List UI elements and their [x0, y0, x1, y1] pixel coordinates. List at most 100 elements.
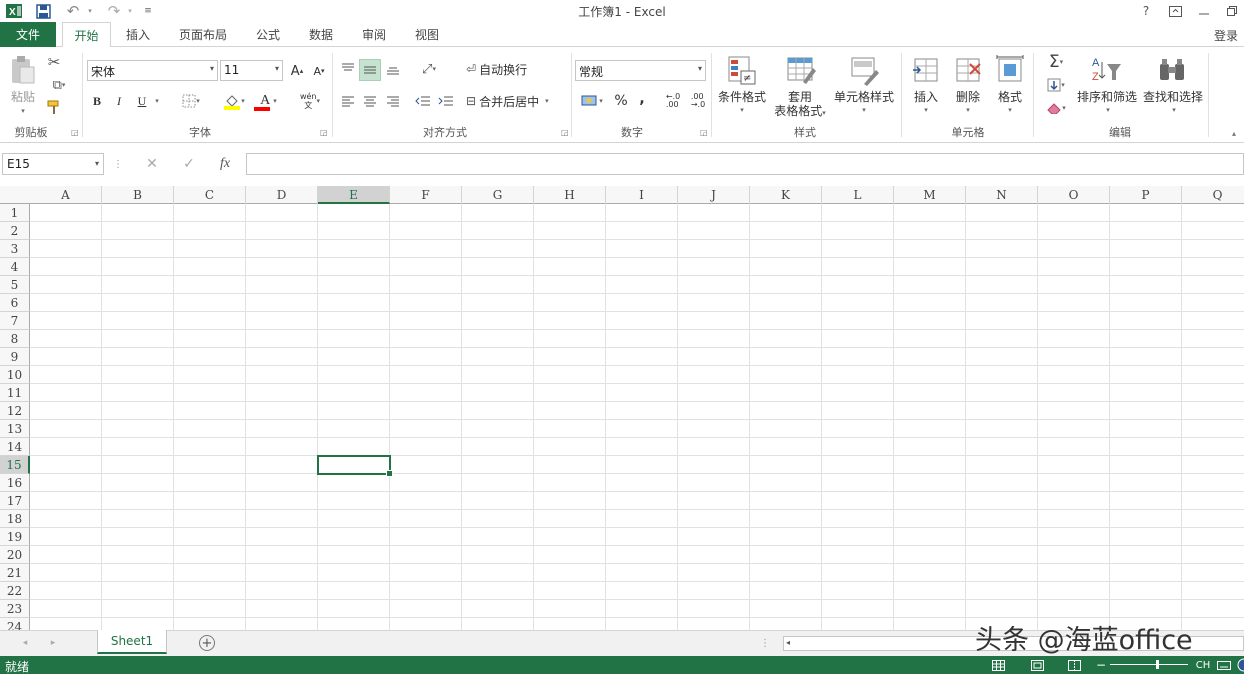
- formula-input[interactable]: [246, 153, 1244, 175]
- paste-icon[interactable]: [6, 53, 40, 87]
- comma-style-button[interactable]: ,: [635, 89, 649, 109]
- bold-button[interactable]: B: [89, 91, 105, 111]
- conditional-formatting-icon[interactable]: ≠: [724, 52, 760, 88]
- column-header-d[interactable]: D: [246, 186, 318, 204]
- row-header-23[interactable]: 23: [0, 600, 30, 618]
- restore-icon[interactable]: [1220, 1, 1244, 21]
- column-header-p[interactable]: P: [1110, 186, 1182, 204]
- tab-home[interactable]: 开始: [62, 22, 111, 48]
- percent-button[interactable]: %: [612, 91, 630, 111]
- format-painter-icon[interactable]: [44, 98, 64, 116]
- column-header-h[interactable]: H: [534, 186, 606, 204]
- increase-decimal-icon[interactable]: ←.0.00: [662, 91, 684, 111]
- decrease-indent-icon[interactable]: [413, 91, 433, 111]
- font-color-button[interactable]: A ▾: [252, 91, 282, 111]
- row-header-9[interactable]: 9: [0, 348, 30, 366]
- tab-file[interactable]: 文件: [0, 22, 56, 47]
- row-header-5[interactable]: 5: [0, 276, 30, 294]
- chevron-down-icon[interactable]: ▾: [1008, 106, 1012, 114]
- copy-icon[interactable]: ⧉ ▾: [44, 76, 74, 94]
- column-header-m[interactable]: M: [894, 186, 966, 204]
- fill-color-button[interactable]: ▾: [219, 91, 249, 111]
- italic-button[interactable]: I: [111, 91, 127, 111]
- row-header-17[interactable]: 17: [0, 492, 30, 510]
- number-launcher-icon[interactable]: ◲: [700, 128, 708, 137]
- tab-insert[interactable]: 插入: [116, 22, 160, 47]
- column-header-k[interactable]: K: [750, 186, 822, 204]
- column-header-j[interactable]: J: [678, 186, 750, 204]
- clipboard-launcher-icon[interactable]: ◲: [71, 128, 79, 137]
- row-header-24[interactable]: 24: [0, 618, 30, 630]
- scroll-sheets-left-icon[interactable]: ◂: [18, 635, 32, 651]
- normal-view-icon[interactable]: [990, 658, 1006, 672]
- add-sheet-button[interactable]: +: [199, 635, 215, 651]
- binoculars-icon[interactable]: [1154, 52, 1190, 88]
- accounting-format-button[interactable]: ▾: [577, 91, 607, 111]
- row-header-2[interactable]: 2: [0, 222, 30, 240]
- chevron-down-icon[interactable]: ▾: [1172, 106, 1176, 114]
- format-cells-icon[interactable]: [993, 52, 1027, 88]
- chevron-down-icon[interactable]: ▾: [966, 106, 970, 114]
- zoom-out-icon[interactable]: −: [1096, 658, 1106, 672]
- collapse-ribbon-icon[interactable]: ▴: [1228, 127, 1240, 139]
- insert-cells-icon[interactable]: [909, 52, 943, 88]
- wrap-text-button[interactable]: ⏎ 自动换行: [466, 59, 556, 79]
- cancel-icon[interactable]: ✕: [140, 153, 164, 175]
- clear-icon[interactable]: ▾: [1040, 98, 1072, 118]
- tab-formulas[interactable]: 公式: [246, 22, 290, 47]
- increase-indent-icon[interactable]: [436, 91, 456, 111]
- font-size-combo[interactable]: 11 ▾: [220, 60, 283, 81]
- row-header-3[interactable]: 3: [0, 240, 30, 258]
- number-format-combo[interactable]: 常规 ▾: [575, 60, 706, 81]
- chevron-down-icon[interactable]: ▾: [924, 106, 928, 114]
- row-header-13[interactable]: 13: [0, 420, 30, 438]
- row-header-15[interactable]: 15: [0, 456, 30, 474]
- chevron-down-icon[interactable]: ▾: [740, 106, 744, 114]
- row-header-14[interactable]: 14: [0, 438, 30, 456]
- help-button[interactable]: ?: [1134, 1, 1158, 21]
- autosum-icon[interactable]: Σ ▾: [1040, 52, 1072, 72]
- underline-button[interactable]: U: [134, 91, 150, 111]
- cut-icon[interactable]: ✂: [44, 53, 64, 71]
- font-name-combo[interactable]: 宋体 ▾: [87, 60, 218, 81]
- format-as-table-label-2[interactable]: 表格格式▾: [767, 102, 833, 119]
- column-header-o[interactable]: O: [1038, 186, 1110, 204]
- splitter-icon[interactable]: ⋮: [760, 635, 770, 651]
- chevron-down-icon[interactable]: ▾: [862, 106, 866, 114]
- phonetic-guide-button[interactable]: wén 文 ▾: [295, 89, 325, 113]
- insert-function-button[interactable]: fx: [213, 153, 237, 175]
- row-header-16[interactable]: 16: [0, 474, 30, 492]
- keyboard-icon[interactable]: [1216, 659, 1232, 671]
- zoom-slider-thumb[interactable]: [1156, 660, 1159, 669]
- formula-bar-resize-icon[interactable]: ⋮: [108, 153, 128, 175]
- align-right-icon[interactable]: [383, 91, 403, 111]
- align-bottom-icon[interactable]: [383, 59, 403, 79]
- column-header-i[interactable]: I: [606, 186, 678, 204]
- scroll-sheets-right-icon[interactable]: ▸: [46, 635, 60, 651]
- sheet-tab[interactable]: Sheet1: [97, 630, 167, 654]
- fill-icon[interactable]: ▾: [1040, 75, 1072, 95]
- tab-review[interactable]: 审阅: [352, 22, 396, 47]
- underline-dropdown-icon[interactable]: ▾: [152, 91, 162, 111]
- row-header-21[interactable]: 21: [0, 564, 30, 582]
- tab-page-layout[interactable]: 页面布局: [170, 22, 236, 47]
- merge-center-button[interactable]: ⊟ 合并后居中 ▾: [466, 91, 566, 111]
- orientation-icon[interactable]: ⤢ ▾: [414, 59, 444, 79]
- row-header-10[interactable]: 10: [0, 366, 30, 384]
- row-header-20[interactable]: 20: [0, 546, 30, 564]
- shrink-font-button[interactable]: A ▾: [310, 61, 328, 81]
- grow-font-button[interactable]: A ▴: [288, 61, 306, 81]
- row-header-1[interactable]: 1: [0, 204, 30, 222]
- row-header-18[interactable]: 18: [0, 510, 30, 528]
- row-header-4[interactable]: 4: [0, 258, 30, 276]
- align-center-icon[interactable]: [360, 91, 380, 111]
- minimize-icon[interactable]: [1192, 1, 1216, 21]
- alignment-launcher-icon[interactable]: ◲: [561, 128, 569, 137]
- active-cell[interactable]: [317, 455, 393, 477]
- zoom-slider-track[interactable]: [1110, 664, 1188, 665]
- column-header-q[interactable]: Q: [1182, 186, 1244, 204]
- row-header-11[interactable]: 11: [0, 384, 30, 402]
- column-header-g[interactable]: G: [462, 186, 534, 204]
- align-top-icon[interactable]: [338, 59, 358, 79]
- paste-dropdown-icon[interactable]: ▾: [21, 107, 25, 115]
